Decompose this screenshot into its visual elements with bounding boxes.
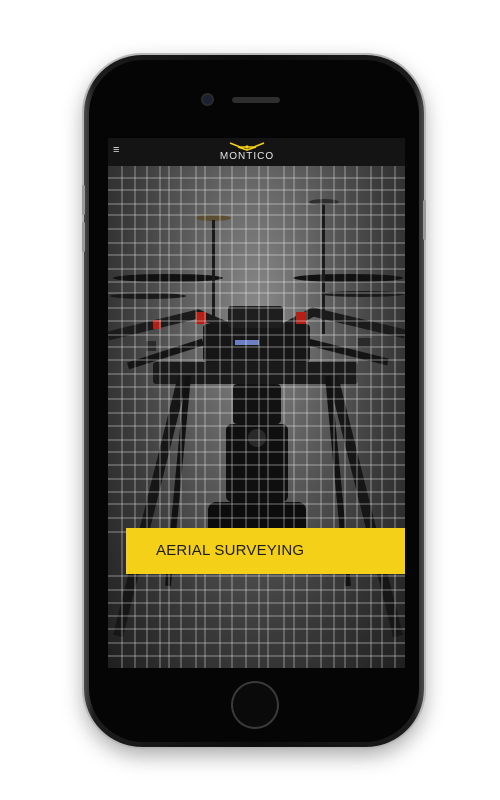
front-camera <box>203 95 212 104</box>
top-navbar: ≡ MONTICO <box>108 138 405 166</box>
power-button <box>423 200 426 240</box>
phone-screen: ≡ MONTICO AERIAL SURVEYING <box>108 138 405 668</box>
hero-drone-illustration <box>108 166 405 668</box>
brand-name: MONTICO <box>219 151 275 162</box>
volume-button <box>82 185 85 215</box>
hero-image: AERIAL SURVEYING <box>108 166 405 668</box>
service-banner[interactable]: AERIAL SURVEYING <box>126 528 405 574</box>
hamburger-icon[interactable]: ≡ <box>113 145 121 156</box>
volume-button-lower <box>82 222 85 252</box>
brand-logo[interactable]: MONTICO <box>216 142 278 164</box>
banner-title: AERIAL SURVEYING <box>156 542 305 559</box>
home-button[interactable] <box>233 683 277 727</box>
earpiece-speaker <box>232 97 280 103</box>
